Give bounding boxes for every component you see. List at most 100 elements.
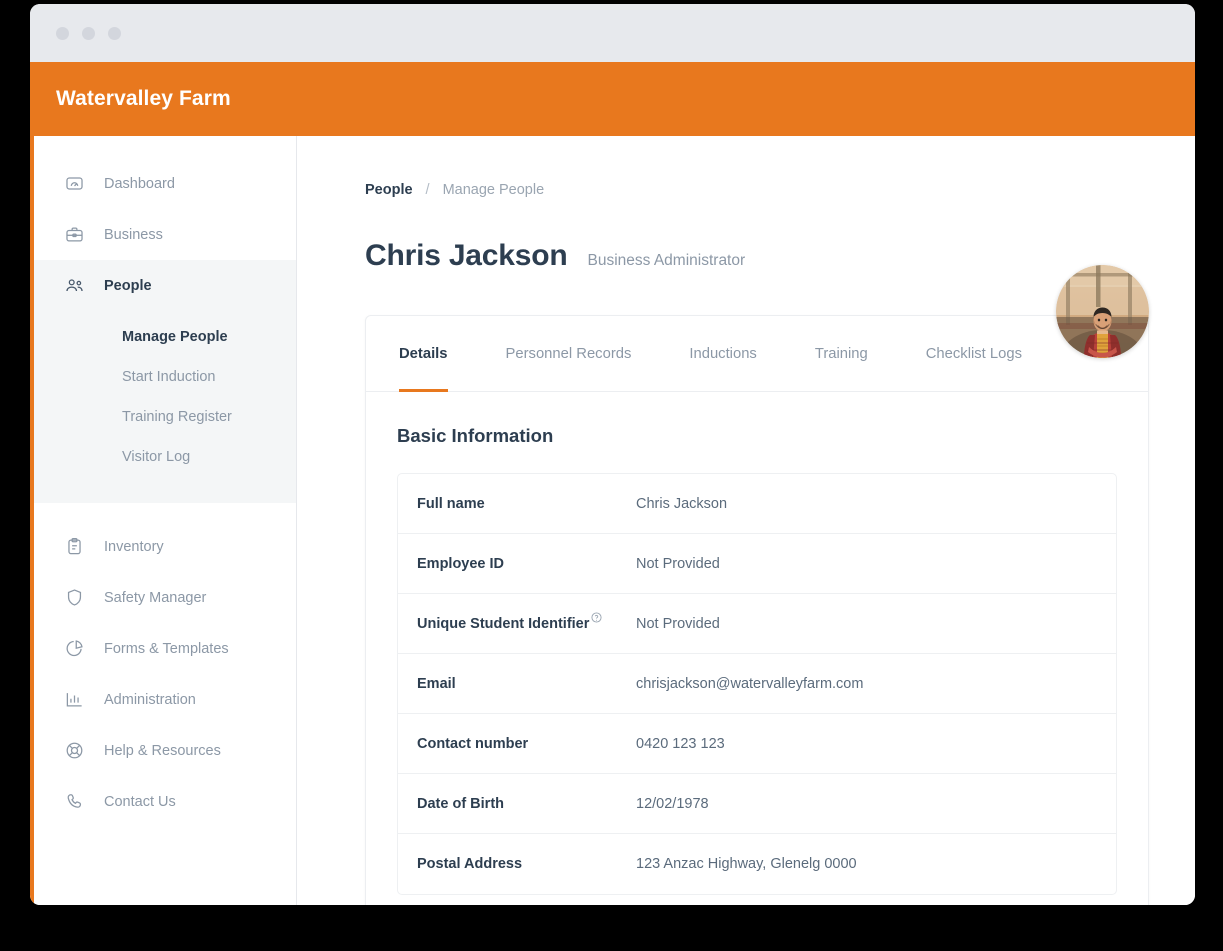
- row-label: Employee ID: [417, 556, 636, 572]
- life-ring-icon: [65, 741, 84, 760]
- row-value: chrisjackson@watervalleyfarm.com: [636, 675, 864, 692]
- sidebar-subitem-training-register[interactable]: Training Register: [30, 397, 296, 437]
- clipboard-icon: [65, 537, 84, 556]
- tab-details[interactable]: Details: [399, 316, 448, 392]
- card-body: Basic Information Full name Chris Jackso…: [366, 392, 1148, 895]
- tab-label: Details: [399, 345, 448, 362]
- briefcase-icon: [65, 225, 84, 244]
- sidebar-item-people[interactable]: People: [30, 260, 296, 311]
- gauge-icon: [65, 174, 84, 193]
- app-body: Dashboard Business People Manage People …: [30, 136, 1195, 905]
- tab-bar: Details Personnel Records Inductions Tra…: [366, 316, 1148, 392]
- tab-label: Inductions: [689, 345, 757, 362]
- row-label-text: Postal Address: [417, 856, 523, 872]
- sidebar-subnav-people: Manage People Start Induction Training R…: [30, 311, 296, 503]
- row-value: Chris Jackson: [636, 495, 728, 512]
- browser-window: Watervalley Farm Dashboard Business Peop…: [30, 4, 1195, 905]
- basic-information-table: Full name Chris Jackson Employee ID Not …: [397, 473, 1117, 895]
- sidebar-subitem-visitor-log[interactable]: Visitor Log: [30, 437, 296, 477]
- section-title: Basic Information: [397, 425, 554, 446]
- main-content: People / Manage People Chris Jackson Bus…: [297, 136, 1195, 905]
- sidebar-item-label: Inventory: [104, 538, 164, 555]
- pie-chart-icon: [65, 639, 84, 658]
- row-value: Not Provided: [636, 615, 720, 632]
- sidebar-item-dashboard[interactable]: Dashboard: [30, 158, 296, 209]
- sidebar-item-contact-us[interactable]: Contact Us: [30, 776, 296, 827]
- sidebar-item-business[interactable]: Business: [30, 209, 296, 260]
- table-row: Postal Address 123 Anzac Highway, Glenel…: [398, 834, 1116, 894]
- tab-label: Training: [814, 345, 868, 362]
- breadcrumb: People / Manage People: [365, 182, 1149, 198]
- sidebar-subitem-start-induction[interactable]: Start Induction: [30, 357, 296, 397]
- sidebar-item-administration[interactable]: Administration: [30, 674, 296, 725]
- tab-personnel-records[interactable]: Personnel Records: [506, 316, 632, 392]
- sidebar-subitem-label: Training Register: [122, 409, 232, 425]
- sidebar-item-label: Business: [104, 226, 163, 243]
- row-value: 12/02/1978: [636, 795, 709, 812]
- sidebar-item-inventory[interactable]: Inventory: [30, 521, 296, 572]
- tab-label: Personnel Records: [505, 345, 632, 362]
- table-row: Full name Chris Jackson: [398, 474, 1116, 534]
- row-label: Postal Address: [417, 856, 636, 872]
- sidebar-subitem-manage-people[interactable]: Manage People: [30, 317, 296, 357]
- sidebar-item-label: Safety Manager: [104, 589, 207, 606]
- row-label: Date of Birth: [417, 796, 636, 812]
- page-subtitle-role: Business Administrator: [587, 252, 746, 269]
- window-dot-close-icon[interactable]: [56, 26, 69, 40]
- row-label-text: Unique Student Identifier: [417, 615, 590, 632]
- sidebar-item-label: Contact Us: [104, 793, 176, 810]
- browser-titlebar: [30, 4, 1195, 62]
- page-title: Chris Jackson: [365, 239, 568, 272]
- row-value: 123 Anzac Highway, Glenelg 0000: [636, 856, 857, 872]
- table-row: Employee ID Not Provided: [398, 534, 1116, 594]
- row-label: Email: [417, 676, 636, 692]
- table-row: Email chrisjackson@watervalleyfarm.com: [398, 654, 1116, 714]
- row-label-text: Full name: [417, 495, 485, 512]
- tab-training[interactable]: Training: [815, 316, 868, 392]
- window-dot-minimize-icon[interactable]: [82, 26, 95, 40]
- table-row: Contact number 0420 123 123: [398, 714, 1116, 774]
- sidebar-item-safety-manager[interactable]: Safety Manager: [30, 572, 296, 623]
- bar-chart-icon: [65, 690, 84, 709]
- sidebar-item-label: Forms & Templates: [104, 640, 229, 657]
- sidebar-item-label: Dashboard: [104, 175, 175, 192]
- row-label: Contact number: [417, 736, 636, 752]
- row-label-text: Employee ID: [417, 555, 505, 572]
- sidebar-item-label: People: [104, 277, 152, 294]
- sidebar-item-help-resources[interactable]: Help & Resources: [30, 725, 296, 776]
- breadcrumb-separator: /: [425, 182, 430, 198]
- tab-inductions[interactable]: Inductions: [689, 316, 756, 392]
- sidebar-subitem-label: Manage People: [122, 329, 228, 345]
- row-label: Unique Student Identifier: [417, 611, 636, 632]
- app-title: Watervalley Farm: [56, 87, 231, 110]
- sidebar-item-label: Administration: [104, 691, 196, 708]
- row-value: Not Provided: [636, 555, 720, 572]
- phone-icon: [65, 792, 84, 811]
- row-label: Full name: [417, 496, 636, 512]
- sidebar: Dashboard Business People Manage People …: [30, 136, 297, 905]
- table-row: Date of Birth 12/02/1978: [398, 774, 1116, 834]
- row-label-text: Date of Birth: [417, 795, 504, 812]
- row-value: 0420 123 123: [636, 735, 725, 752]
- tab-checklist-logs[interactable]: Checklist Logs: [926, 316, 1022, 392]
- row-label-text: Contact number: [417, 735, 529, 752]
- tab-label: Checklist Logs: [925, 345, 1022, 362]
- window-dot-maximize-icon[interactable]: [108, 26, 121, 40]
- app-header: Watervalley Farm: [30, 62, 1195, 136]
- detail-card: Details Personnel Records Inductions Tra…: [365, 315, 1149, 905]
- row-label-text: Email: [417, 675, 456, 692]
- people-icon: [65, 276, 84, 295]
- breadcrumb-root-link[interactable]: People: [365, 182, 413, 198]
- page-title-row: Chris Jackson Business Administrator: [365, 239, 1149, 273]
- sidebar-item-label: Help & Resources: [104, 742, 221, 759]
- table-row: Unique Student Identifier Not Provided: [398, 594, 1116, 654]
- help-circle-icon[interactable]: [591, 611, 602, 623]
- sidebar-item-forms-templates[interactable]: Forms & Templates: [30, 623, 296, 674]
- sidebar-subitem-label: Visitor Log: [122, 449, 191, 465]
- breadcrumb-current: Manage People: [442, 182, 545, 198]
- avatar: [1056, 265, 1149, 358]
- sidebar-group-people: People Manage People Start Induction Tra…: [30, 260, 296, 503]
- sidebar-subitem-label: Start Induction: [122, 369, 216, 385]
- shield-icon: [65, 588, 84, 607]
